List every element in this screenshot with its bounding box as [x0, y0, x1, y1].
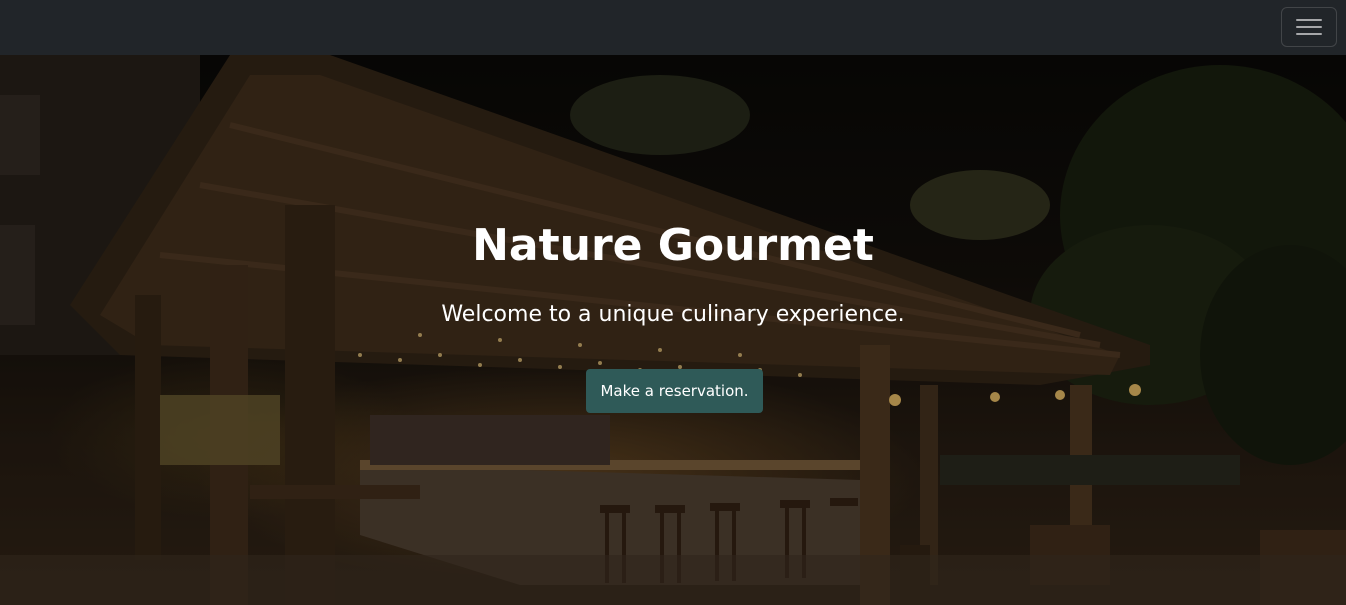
- hero-subtitle: Welcome to a unique culinary experience.: [441, 302, 905, 327]
- navbar-toggler-button[interactable]: [1281, 7, 1337, 47]
- hamburger-menu-icon: [1296, 17, 1322, 37]
- hero-content: Nature Gourmet Welcome to a unique culin…: [0, 55, 1346, 605]
- navbar: [0, 0, 1346, 55]
- hero-section: Nature Gourmet Welcome to a unique culin…: [0, 55, 1346, 605]
- make-reservation-button[interactable]: Make a reservation.: [586, 369, 763, 413]
- page-title: Nature Gourmet: [472, 220, 874, 271]
